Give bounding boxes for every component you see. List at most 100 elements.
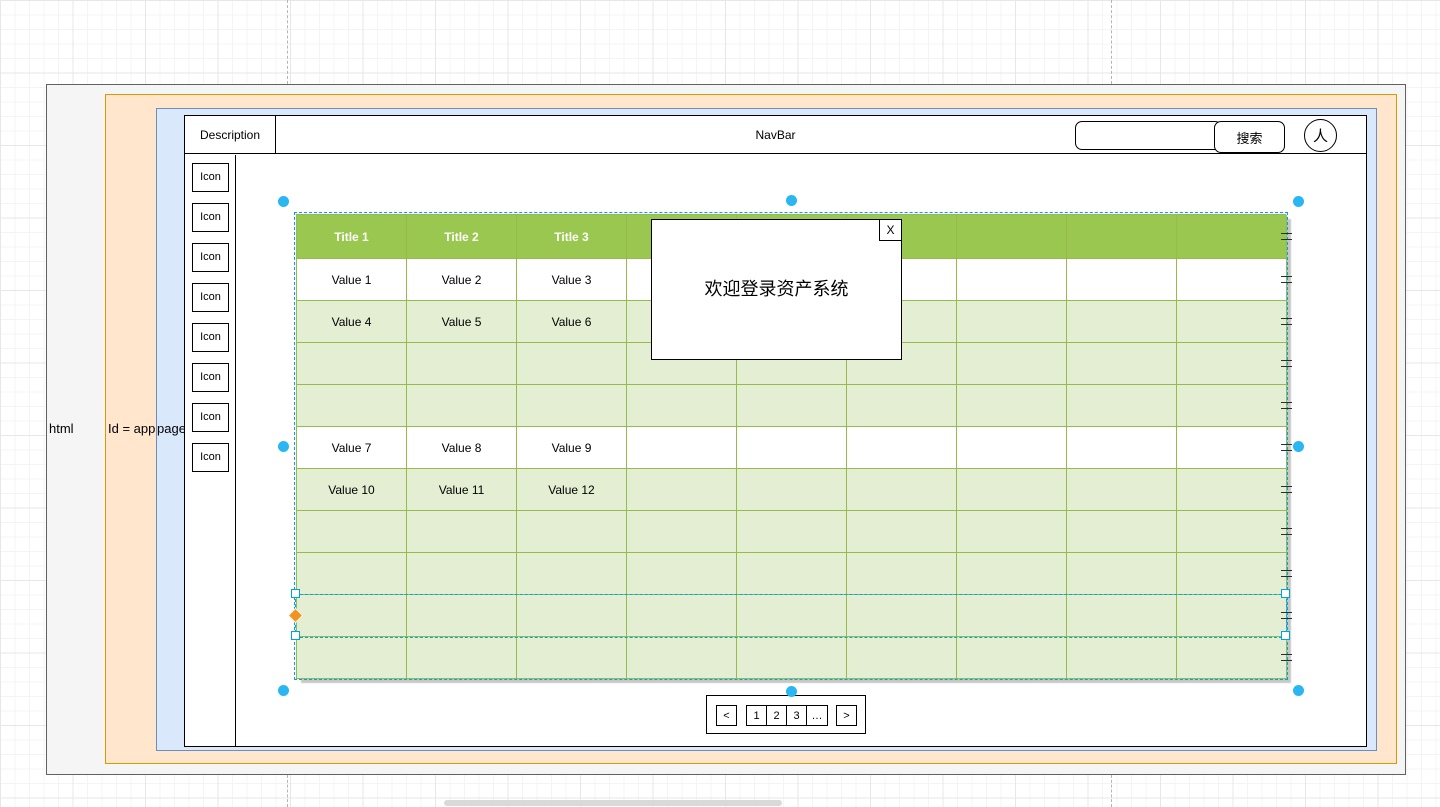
table-cell[interactable] <box>737 637 847 679</box>
table-cell[interactable] <box>1067 343 1177 385</box>
table-cell[interactable] <box>957 595 1067 637</box>
table-cell[interactable] <box>737 427 847 469</box>
row-drag-handle[interactable] <box>1281 612 1292 619</box>
table-cell[interactable] <box>517 511 627 553</box>
table-cell[interactable]: Value 2 <box>407 259 517 301</box>
pagination-page-button[interactable]: 3 <box>787 706 807 725</box>
sidebar-icon-placeholder[interactable]: Icon <box>192 443 229 472</box>
table-cell[interactable] <box>407 637 517 679</box>
search-button[interactable]: 搜索 <box>1214 121 1285 153</box>
row-drag-handle[interactable] <box>1281 444 1292 451</box>
table-cell[interactable] <box>847 469 957 511</box>
table-cell[interactable] <box>517 385 627 427</box>
table-cell[interactable] <box>517 553 627 595</box>
table-cell[interactable] <box>517 343 627 385</box>
row-drag-handle[interactable] <box>1281 486 1292 493</box>
table-header-cell[interactable]: Title 1 <box>297 215 407 259</box>
table-cell[interactable] <box>1067 637 1177 679</box>
pagination-next-button[interactable]: > <box>836 705 857 726</box>
table-cell[interactable]: Value 4 <box>297 301 407 343</box>
table-cell[interactable] <box>1067 385 1177 427</box>
selection-handle-dot[interactable] <box>1293 196 1304 207</box>
table-cell[interactable] <box>1177 427 1287 469</box>
row-drag-handle[interactable] <box>1281 360 1292 367</box>
sidebar-icon-placeholder[interactable]: Icon <box>192 363 229 392</box>
table-cell[interactable] <box>407 553 517 595</box>
table-cell[interactable] <box>407 385 517 427</box>
table-cell[interactable] <box>957 469 1067 511</box>
table-cell[interactable] <box>847 385 957 427</box>
selection-handle-dot[interactable] <box>1293 685 1304 696</box>
table-cell[interactable] <box>1067 259 1177 301</box>
pagination-page-button[interactable]: 2 <box>767 706 787 725</box>
pagination-page-button[interactable]: … <box>807 706 827 725</box>
table-cell[interactable] <box>957 427 1067 469</box>
sidebar-icon-placeholder[interactable]: Icon <box>192 163 229 192</box>
table-cell[interactable] <box>297 553 407 595</box>
table-cell[interactable] <box>1177 595 1287 637</box>
selection-handle-dot[interactable] <box>786 686 797 697</box>
table-cell[interactable]: Value 12 <box>517 469 627 511</box>
selection-handle-dot[interactable] <box>278 685 289 696</box>
sidebar-icon-placeholder[interactable]: Icon <box>192 283 229 312</box>
sidebar-icon-placeholder[interactable]: Icon <box>192 243 229 272</box>
table-cell[interactable] <box>627 469 737 511</box>
table-cell[interactable] <box>627 511 737 553</box>
table-cell[interactable] <box>737 511 847 553</box>
row-resize-handle[interactable] <box>291 589 300 598</box>
table-cell[interactable] <box>1177 301 1287 343</box>
welcome-modal[interactable]: 欢迎登录资产系统 X <box>651 219 902 360</box>
table-cell[interactable]: Value 7 <box>297 427 407 469</box>
user-avatar-icon[interactable]: 人 <box>1304 119 1337 152</box>
table-cell[interactable] <box>737 553 847 595</box>
table-cell[interactable] <box>1067 511 1177 553</box>
table-cell[interactable] <box>1177 511 1287 553</box>
table-cell[interactable] <box>847 427 957 469</box>
table-cell[interactable] <box>1177 343 1287 385</box>
table-cell[interactable] <box>957 385 1067 427</box>
search-input[interactable] <box>1075 121 1222 150</box>
table-cell[interactable] <box>847 553 957 595</box>
table-cell[interactable] <box>847 637 957 679</box>
table-cell[interactable] <box>627 553 737 595</box>
table-cell[interactable] <box>407 343 517 385</box>
table-cell[interactable] <box>957 301 1067 343</box>
pagination-page-button[interactable]: 1 <box>747 706 767 725</box>
row-drag-handle[interactable] <box>1281 318 1292 325</box>
table-header-cell[interactable] <box>957 215 1067 259</box>
table-cell[interactable] <box>627 427 737 469</box>
table-cell[interactable] <box>1067 469 1177 511</box>
table-header-cell[interactable]: Title 3 <box>517 215 627 259</box>
row-drag-handle[interactable] <box>1281 233 1292 240</box>
table-cell[interactable] <box>1067 553 1177 595</box>
table-cell[interactable] <box>1177 553 1287 595</box>
table-cell[interactable] <box>847 595 957 637</box>
table-cell[interactable] <box>1177 637 1287 679</box>
table-cell[interactable] <box>957 637 1067 679</box>
sidebar-icon-placeholder[interactable]: Icon <box>192 203 229 232</box>
table-cell[interactable] <box>1067 427 1177 469</box>
table-cell[interactable] <box>957 511 1067 553</box>
table-cell[interactable] <box>737 469 847 511</box>
description-box[interactable]: Description <box>185 116 276 153</box>
table-cell[interactable] <box>957 259 1067 301</box>
table-cell[interactable] <box>517 637 627 679</box>
table-cell[interactable] <box>627 385 737 427</box>
table-cell[interactable]: Value 9 <box>517 427 627 469</box>
table-cell[interactable] <box>627 637 737 679</box>
table-cell[interactable] <box>1067 301 1177 343</box>
table-cell[interactable]: Value 3 <box>517 259 627 301</box>
navbar[interactable]: NavBar Description 搜索 人 <box>185 116 1366 154</box>
row-drag-handle[interactable] <box>1281 276 1292 283</box>
table-cell[interactable] <box>297 595 407 637</box>
row-drag-handle[interactable] <box>1281 570 1292 577</box>
table-cell[interactable] <box>407 595 517 637</box>
table-cell[interactable] <box>297 511 407 553</box>
table-cell[interactable] <box>297 343 407 385</box>
selection-handle-dot[interactable] <box>786 195 797 206</box>
row-drag-handle[interactable] <box>1281 528 1292 535</box>
table-cell[interactable] <box>1177 469 1287 511</box>
table-header-cell[interactable] <box>1177 215 1287 259</box>
table-cell[interactable] <box>957 553 1067 595</box>
table-cell[interactable] <box>847 511 957 553</box>
